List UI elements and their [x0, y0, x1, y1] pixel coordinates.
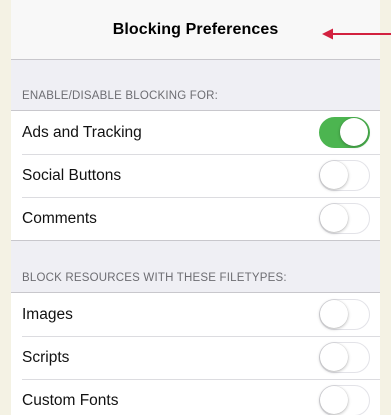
scripts-toggle[interactable]: [319, 342, 370, 373]
custom-fonts-toggle[interactable]: [319, 385, 370, 415]
row-label-ads-and-tracking: Ads and Tracking: [22, 123, 142, 141]
images-toggle[interactable]: [319, 299, 370, 330]
row-ads-and-tracking: Ads and Tracking: [11, 111, 380, 154]
settings-group-blocking: Ads and Tracking Social Buttons Comments: [11, 110, 380, 241]
row-label-comments: Comments: [22, 209, 97, 227]
section-header-filetypes: BLOCK RESOURCES WITH THESE FILETYPES:: [22, 272, 287, 284]
toggle-knob: [320, 161, 348, 189]
row-label-social-buttons: Social Buttons: [22, 166, 122, 184]
page-title: Blocking Preferences: [112, 20, 279, 38]
row-images: Images: [11, 293, 380, 336]
comments-toggle[interactable]: [319, 203, 370, 234]
toggle-knob: [320, 386, 348, 414]
row-label-custom-fonts: Custom Fonts: [22, 391, 119, 409]
social-buttons-toggle[interactable]: [319, 160, 370, 191]
toggle-knob: [320, 300, 348, 328]
section-header-enable-disable: ENABLE/DISABLE BLOCKING FOR:: [22, 90, 219, 102]
ads-and-tracking-toggle[interactable]: [319, 117, 370, 148]
left-arrow-icon: [322, 28, 391, 40]
row-label-images: Images: [22, 305, 73, 323]
row-custom-fonts: Custom Fonts: [11, 379, 380, 415]
row-scripts: Scripts: [11, 336, 380, 379]
row-social-buttons: Social Buttons: [11, 154, 380, 197]
settings-group-filetypes: Images Scripts Custom Fonts: [11, 292, 380, 415]
toggle-knob: [320, 204, 348, 232]
row-label-scripts: Scripts: [22, 348, 70, 366]
toggle-knob: [320, 343, 348, 371]
settings-screen: Blocking Preferences ENABLE/DISABLE BLOC…: [11, 0, 380, 415]
row-comments: Comments: [11, 197, 380, 240]
toggle-knob: [340, 118, 368, 146]
